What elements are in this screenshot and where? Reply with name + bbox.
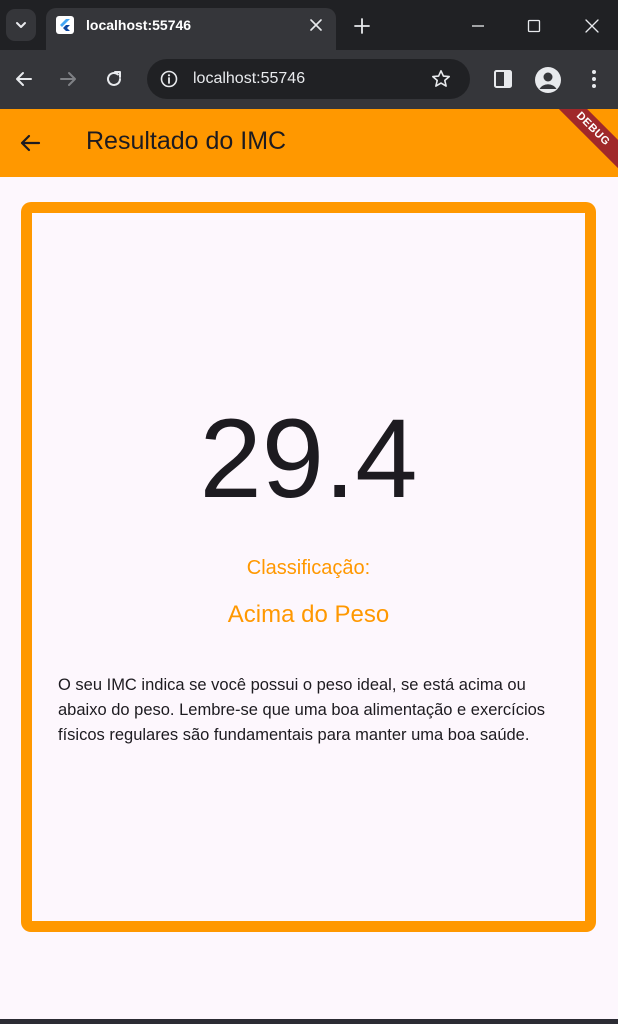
app-bar: Resultado do IMC DEBUG [0, 109, 618, 177]
browser-menu-button[interactable] [582, 67, 606, 91]
side-panel-icon [494, 70, 512, 88]
page-title: Resultado do IMC [86, 127, 287, 155]
maximize-button[interactable] [524, 16, 544, 36]
profile-icon [539, 72, 557, 89]
more-vert-icon [592, 70, 596, 88]
browser-tab-strip: localhost:55746 [0, 0, 618, 50]
classification-value: Acima do Peso [227, 601, 390, 628]
maximize-icon [527, 19, 541, 33]
debug-banner: DEBUG [547, 109, 618, 175]
close-icon [310, 19, 322, 31]
arrow-left-icon [20, 134, 41, 152]
plus-icon [354, 18, 370, 34]
back-button[interactable] [16, 129, 44, 157]
info-icon [160, 70, 178, 88]
arrow-right-icon [60, 72, 76, 86]
chevron-down-icon [16, 22, 26, 28]
browser-forward-button[interactable] [56, 67, 80, 91]
profile-button[interactable] [535, 67, 561, 93]
url-text[interactable]: localhost:55746 [193, 70, 305, 88]
imc-value: 29.4 [199, 396, 418, 521]
reload-button[interactable] [102, 67, 126, 91]
address-bar[interactable]: localhost:55746 [147, 59, 470, 99]
tab-close-button[interactable] [308, 17, 324, 33]
arrow-left-icon [16, 72, 32, 86]
result-card: 29.4 Classificação: Acima do Peso O seu … [21, 202, 596, 932]
tab-title: localhost:55746 [86, 17, 192, 33]
classification-label: Classificação: [246, 557, 371, 579]
site-info-button[interactable] [157, 67, 181, 91]
flutter-icon [56, 16, 74, 34]
bottom-divider [0, 1019, 618, 1024]
browser-toolbar: localhost:55746 [0, 50, 618, 109]
tab-search-button[interactable] [6, 9, 36, 41]
browser-back-button[interactable] [12, 67, 36, 91]
close-icon [585, 19, 599, 33]
reload-icon [107, 71, 121, 86]
side-panel-button[interactable] [491, 67, 515, 91]
description-text: O seu IMC indica se você possui o peso i… [58, 676, 546, 744]
new-tab-button[interactable] [352, 16, 372, 36]
close-window-button[interactable] [582, 16, 602, 36]
minimize-icon [472, 25, 484, 27]
bookmark-button[interactable] [429, 67, 453, 91]
star-icon [432, 70, 450, 87]
browser-tab[interactable]: localhost:55746 [46, 8, 336, 50]
minimize-button[interactable] [468, 16, 488, 36]
